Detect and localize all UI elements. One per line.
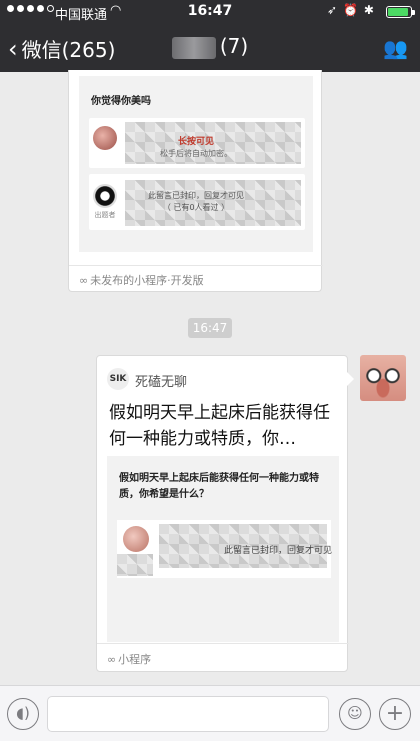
sealed-note: 此留言已封印，回复才可见: [223, 546, 332, 556]
status-bar: 中国联通 ◠ 16:47 ➶⏰✱: [0, 0, 420, 24]
plus-icon[interactable]: +: [379, 698, 411, 730]
mosaic-blur: [117, 554, 153, 576]
my-avatar[interactable]: [360, 355, 406, 401]
message-timestamp: 16:47: [188, 318, 232, 338]
card-footer-label: 小程序: [118, 653, 152, 666]
card-title: 假如明天早上起床后能获得任何一种能力或特质，你…: [109, 403, 330, 449]
mini-program-icon: ∞: [107, 653, 117, 666]
message-input[interactable]: [47, 696, 329, 732]
mini-program-icon: ∞: [79, 274, 89, 287]
people-icon[interactable]: 👥: [383, 36, 408, 60]
mini-program-card[interactable]: SIK 死磕无聊 假如明天早上起床后能获得任何一种能力或特质，你… 假如明天早上…: [96, 355, 349, 672]
top-bar: 中国联通 ◠ 16:47 ➶⏰✱ ‹ 微信(265) (7) 👥: [0, 0, 420, 72]
preview-question: 假如明天早上起床后能获得任何一种能力或特质，你希望是什么？: [119, 473, 319, 500]
chat-title: (7): [0, 34, 420, 59]
viewed-count: （ 已有0人看过 ）: [162, 203, 230, 212]
voice-icon[interactable]: ◖): [7, 698, 39, 730]
card-footer-label: 未发布的小程序·开发版: [90, 274, 204, 287]
card-footer: ∞ 未发布的小程序·开发版: [69, 265, 323, 291]
battery-icon: [386, 6, 415, 18]
long-press-hint: 长按可见: [177, 137, 214, 147]
encrypt-hint: 松手后将自动加密。: [160, 149, 232, 158]
bubble-tail: [347, 372, 354, 386]
sealed-note: 此留言已封印，回复才可见 （ 已有0人看过 ）: [69, 190, 323, 214]
status-icons: ➶⏰✱: [326, 3, 380, 17]
app-logo-icon: SIK: [107, 368, 129, 390]
sealed-note-line: 此留言已封印，回复才可见: [148, 191, 244, 200]
input-bar: ◖) ☺ +: [0, 685, 420, 741]
emoji-icon[interactable]: ☺: [339, 698, 371, 730]
navigation-bar: ‹ 微信(265) (7) 👥: [0, 24, 420, 72]
app-name: 死磕无聊: [135, 375, 188, 390]
mini-program-card-dev[interactable]: 你觉得你美吗 出题者 长按可见 松手后将自动加密。 此留言已封印，回复才可见 （…: [68, 70, 323, 292]
blurred-group-name: [171, 36, 216, 59]
card-footer: ∞ 小程序: [97, 643, 349, 671]
chat-title-count: (7): [219, 34, 249, 58]
avatar: [123, 526, 149, 552]
card-question: 你觉得你美吗: [91, 96, 151, 107]
